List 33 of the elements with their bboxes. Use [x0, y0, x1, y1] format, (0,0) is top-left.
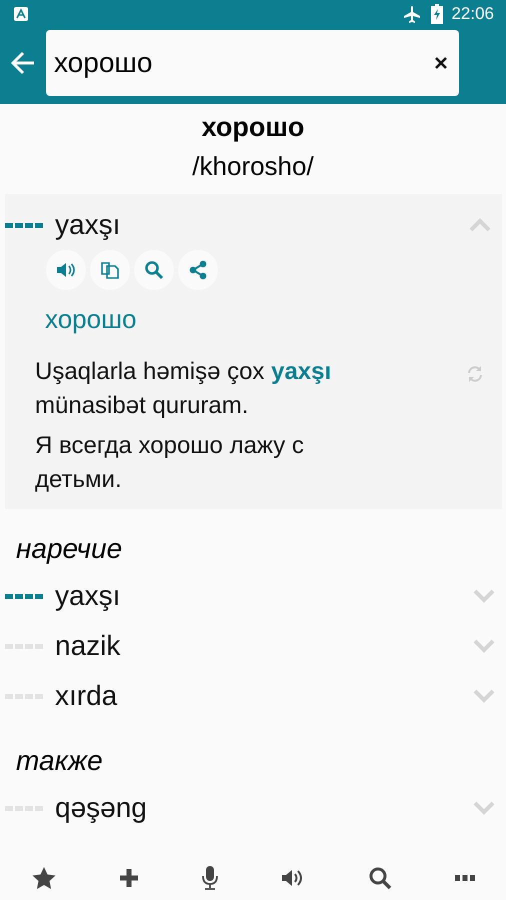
airplane-icon	[403, 5, 422, 23]
example-sentence: Uşaqlarla həmişə çox yaxşı münasibət qururam.	[35, 357, 332, 421]
share-icon	[188, 260, 208, 280]
word[interactable]: qəşəng	[55, 792, 472, 824]
microphone-button[interactable]	[202, 866, 218, 890]
copy-icon	[100, 260, 120, 280]
copy-button[interactable]	[90, 250, 130, 290]
add-button[interactable]	[118, 868, 138, 888]
close-icon	[435, 57, 447, 69]
search-icon	[144, 260, 164, 280]
section-heading: также	[16, 745, 103, 777]
search-button[interactable]	[368, 866, 392, 890]
transcription: /khorosho/	[192, 151, 314, 182]
speaker-button[interactable]	[46, 250, 86, 290]
share-button[interactable]	[178, 250, 218, 290]
more-button[interactable]	[454, 875, 474, 881]
word[interactable]: yaxşı	[55, 580, 472, 612]
speaker-button[interactable]	[280, 868, 304, 888]
word[interactable]: xırda	[55, 680, 472, 712]
translation[interactable]: хорошо	[45, 304, 136, 334]
search-field[interactable]: хорошо	[46, 30, 459, 96]
back-arrow-icon[interactable]	[10, 50, 36, 76]
search-button[interactable]	[134, 250, 174, 290]
word[interactable]: nazik	[55, 630, 472, 662]
word[interactable]: yaxşı	[55, 209, 468, 241]
battery-charging-icon	[431, 4, 444, 24]
section-heading: наречие	[16, 533, 122, 565]
example-translation: Я всегда хорошо лажу с детьми.	[35, 431, 305, 495]
clock: 22:06	[451, 4, 494, 24]
headword: хорошо	[202, 112, 304, 143]
app-notification-icon	[14, 7, 28, 21]
speaker-icon	[56, 261, 76, 279]
star-button[interactable]	[32, 867, 56, 889]
